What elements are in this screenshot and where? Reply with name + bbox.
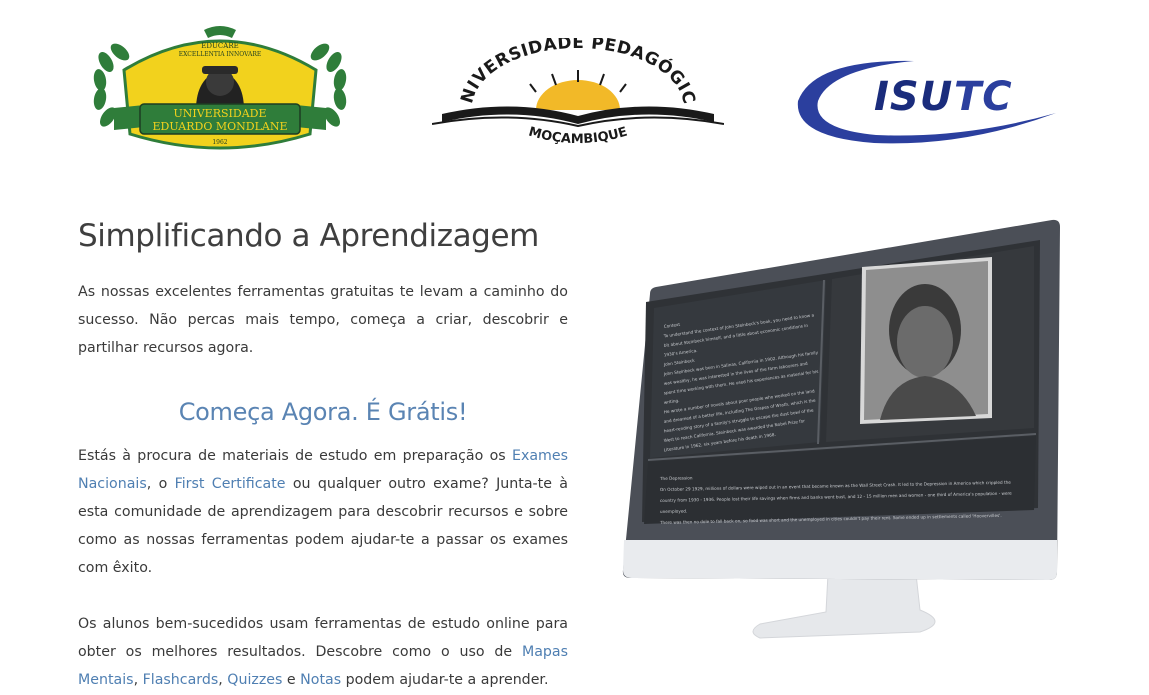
para-text: ,	[218, 672, 228, 688]
page-title: Simplificando a Aprendizagem	[78, 218, 539, 254]
isutc-logo: ISU TC	[794, 55, 1058, 147]
para-text: podem ajudar-te a aprender.	[341, 672, 549, 688]
para-text: Os alunos bem-sucedidos usam ferramentas…	[78, 616, 568, 660]
monitor-illustration: Context To understand the context of John…	[620, 212, 1065, 657]
svg-text:ISU: ISU	[874, 74, 953, 120]
link-notas[interactable]: Notas	[300, 672, 341, 688]
svg-text:MOÇAMBIQUE: MOÇAMBIQUE	[527, 125, 629, 148]
svg-text:EDUCARE: EDUCARE	[201, 42, 238, 50]
svg-text:EDUARDO MONDLANE: EDUARDO MONDLANE	[153, 120, 288, 133]
tools-paragraph: Os alunos bem-sucedidos usam ferramentas…	[78, 610, 568, 694]
screen-text-line: The Depression	[659, 475, 693, 481]
uem-logo: EDUCARE EXCELLENTIA INNOVARE UNIVERSIDAD…	[84, 22, 356, 152]
para-text: , o	[146, 476, 175, 492]
main-content: Simplificando a Aprendizagem As nossas e…	[78, 212, 568, 694]
svg-text:EXCELLENTIA INNOVARE: EXCELLENTIA INNOVARE	[179, 51, 262, 58]
screen-text-line: unemployed.	[660, 508, 687, 514]
universidade-pedagogica-logo: UNIVERSIDADE PEDAGÓGICA MOÇAMBIQUE	[425, 23, 725, 150]
svg-text:TC: TC	[954, 74, 1013, 120]
intro-text: As nossas excelentes ferramentas gratuit…	[78, 284, 568, 356]
link-quizzes[interactable]: Quizzes	[227, 672, 282, 688]
para-text: e	[282, 672, 301, 688]
cta-heading[interactable]: Começa Agora. É Grátis!	[78, 390, 568, 434]
link-flashcards[interactable]: Flashcards	[143, 672, 219, 688]
link-first-certificate[interactable]: First Certificate	[175, 476, 286, 492]
para-text: ,	[133, 672, 143, 688]
svg-text:1962: 1962	[212, 139, 227, 146]
svg-text:UNIVERSIDADE: UNIVERSIDADE	[174, 107, 267, 120]
exam-paragraph: Estás à procura de materiais de estudo e…	[78, 442, 568, 582]
para-text: Estás à procura de materiais de estudo e…	[78, 448, 512, 464]
